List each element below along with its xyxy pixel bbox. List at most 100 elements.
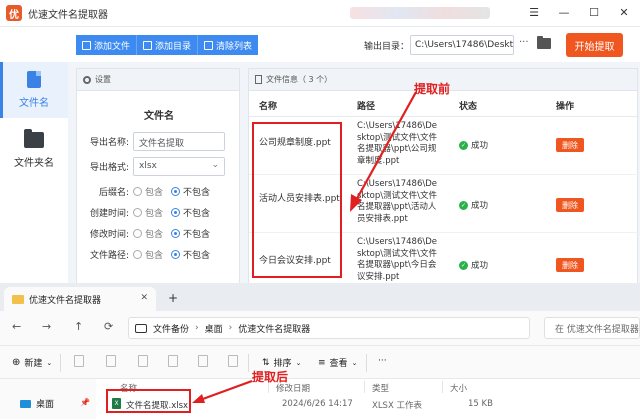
back-arrow-icon[interactable]: ← [12,320,21,333]
export-name-input[interactable]: 文件名提取 [133,131,225,151]
document-icon [27,71,41,88]
breadcrumb-item[interactable]: 桌面 [205,322,223,335]
delete-button[interactable]: 删除 [556,258,584,272]
up-arrow-icon[interactable]: ↑ [74,320,83,333]
delete-icon[interactable] [228,355,238,367]
rename-icon[interactable] [168,355,178,367]
column-header-action: 操作 [556,102,575,112]
column-header-name[interactable]: 名称 [120,382,137,394]
option-row-path: 文件路径: 包含 不包含 [77,244,241,264]
status-badge: ✓ 成功 [459,139,488,151]
add-dir-button[interactable]: 添加目录 [137,35,199,55]
radio-include[interactable]: 包含 [133,185,163,198]
search-input[interactable]: 在 优速文件名提取器 [544,317,640,339]
more-button[interactable]: ··· [378,356,387,366]
nav-item-foldername[interactable]: 文件夹名 [0,122,68,178]
radio-include[interactable]: 包含 [133,248,163,261]
breadcrumb-item[interactable]: 优速文件名提取器 [238,322,310,335]
view-button-label: 查看 [329,359,348,369]
breadcrumb-item[interactable]: 文件备份 [153,322,189,335]
option-row-modified: 修改时间: 包含 不包含 [77,223,241,243]
clear-list-button[interactable]: 清除列表 [198,35,259,55]
nav-item-filename[interactable]: 文件名 [0,62,68,118]
explorer-tab-title: 优速文件名提取器 [29,295,102,306]
chevron-down-icon: ⌄ [211,159,219,170]
radio-exclude[interactable]: 不包含 [171,248,210,261]
radio-label: 包含 [145,208,164,219]
file-name-cell: 今日会议安排.ppt [259,256,331,266]
explorer-nav-bar: ← → ↑ ⟳ 文件备份 › 桌面 › 优速文件名提取器 在 优速文件名提取器 [0,311,640,345]
file-path-cell: C:\Users\17486\Desktop\测试文件\文件名提取器\ppt\今… [357,237,438,282]
radio-exclude[interactable]: 不包含 [171,227,210,240]
status-label: 成功 [471,141,489,151]
sort-icon: ⇅ [262,357,270,368]
file-list-icon [255,75,262,84]
excel-file-icon: X [112,398,121,409]
radio-label: 包含 [145,250,164,261]
add-file-button[interactable]: 添加文件 [76,35,138,55]
share-icon[interactable] [198,355,208,367]
new-button[interactable]: ⊕ 新建 ⌄ [12,356,52,369]
user-info-blurred [350,7,490,19]
file-action-group: 添加文件 添加目录 清除列表 [76,35,259,55]
delete-button[interactable]: 删除 [556,138,584,152]
add-dir-label: 添加目录 [155,41,192,52]
column-header-size[interactable]: 大小 [450,382,467,394]
chevron-down-icon: ⌄ [351,358,358,367]
table-row: 今日会议安排.ppt C:\Users\17486\Desktop\测试文件\文… [249,233,639,289]
file-explorer-window: 优速文件名提取器 ✕ + ← → ↑ ⟳ 文件备份 › 桌面 › 优速文件名提取… [0,283,640,419]
more-options-button[interactable]: ··· [519,37,529,48]
output-dir-input[interactable]: C:\Users\17486\Deskto [410,35,514,55]
radio-selected-icon [171,207,181,217]
export-format-label: 导出格式: [89,162,129,173]
explorer-sidebar: 桌面 📌 [0,379,96,419]
computer-icon [135,323,147,333]
sidebar-item-desktop[interactable]: 桌面 [20,397,54,410]
file-type: XLSX 工作表 [372,401,422,411]
explorer-tab[interactable]: 优速文件名提取器 ✕ [4,287,156,311]
forward-arrow-icon[interactable]: → [42,320,51,333]
address-bar[interactable]: 文件备份 › 桌面 › 优速文件名提取器 [128,317,530,339]
menu-icon[interactable]: ☰ [526,3,542,21]
radio-include[interactable]: 包含 [133,206,163,219]
minimize-icon[interactable]: — [556,3,572,21]
radio-include[interactable]: 包含 [133,227,163,240]
start-extract-button[interactable]: 开始提取 [566,33,623,57]
settings-header: 设置 [77,69,239,91]
add-tab-icon[interactable]: + [168,291,178,305]
file-row[interactable]: X 文件名提取.xlsx 2024/6/26 14:17 XLSX 工作表 15… [96,395,640,413]
file-name-cell: 活动人员安排表.ppt [259,194,340,204]
radio-label: 不包含 [183,229,211,240]
cut-icon[interactable] [74,355,84,367]
add-file-label: 添加文件 [94,41,131,52]
close-icon[interactable]: ✕ [140,293,148,303]
radio-label: 包含 [145,187,164,198]
copy-icon[interactable] [106,355,116,367]
close-icon[interactable]: ✕ [616,3,632,21]
delete-button[interactable]: 删除 [556,198,584,212]
open-folder-icon[interactable] [537,36,551,49]
radio-selected-icon [171,186,181,196]
option-label: 文件路径: [89,250,129,261]
file-name-cell: 公司规章制度.ppt [259,138,331,148]
maximize-icon[interactable]: ☐ [586,3,602,21]
radio-icon [133,228,142,238]
table-row: 活动人员安排表.ppt C:\Users\17486\Desktop\测试文件\… [249,175,639,233]
column-header-type[interactable]: 类型 [372,382,389,394]
option-row-suffix: 后缀名: 包含 不包含 [77,181,241,201]
refresh-icon[interactable]: ⟳ [104,320,113,333]
export-format-select[interactable]: xlsx ⌄ [133,156,225,176]
column-header-status: 状态 [459,102,478,112]
radio-selected-icon [171,249,181,259]
radio-exclude[interactable]: 不包含 [171,206,210,219]
radio-exclude[interactable]: 不包含 [171,185,210,198]
add-folder-icon [143,40,153,50]
app-window: 优 优速文件名提取器 ☰ — ☐ ✕ 添加文件 添加目录 清除列表 输出目录： [0,0,640,290]
file-modified: 2024/6/26 14:17 [282,399,353,409]
check-circle-icon: ✓ [459,140,468,150]
paste-icon[interactable] [138,355,148,367]
export-format-row: 导出格式: xlsx ⌄ [77,156,241,176]
explorer-command-bar: ⊕ 新建 ⌄ ⇅ 排序 ⌄ ≡ 查看 ⌄ ··· [0,345,640,379]
section-title: 文件名 [144,111,174,122]
view-button[interactable]: ≡ 查看 ⌄ [318,356,358,370]
